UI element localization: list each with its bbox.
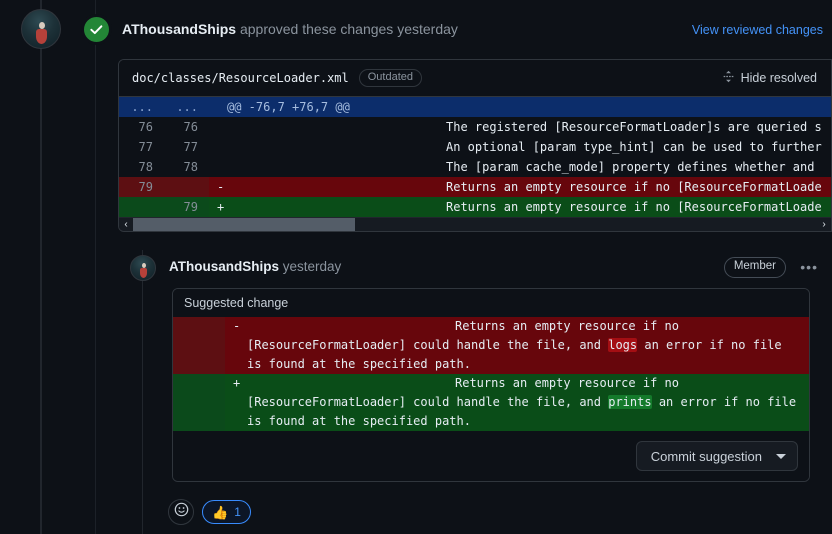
- diff-row[interactable]: 77 77 An optional [param type_hint] can …: [119, 137, 831, 157]
- comment-meta: AThousandShips yesterday: [169, 259, 341, 274]
- diff-code: Returns an empty resource if no [Resourc…: [227, 197, 831, 217]
- new-line-number: 79: [164, 197, 209, 217]
- new-line-number: 78: [164, 157, 209, 177]
- diff-marker: -: [209, 177, 227, 197]
- review-header: AThousandShips approved these changes ye…: [0, 0, 832, 62]
- diff-code: The [param cache_mode] property defines …: [227, 157, 831, 177]
- diff-marker: +: [209, 197, 227, 217]
- check-circle-icon: [81, 14, 112, 45]
- old-line-number: [119, 197, 164, 217]
- reactions-bar: 👍 1: [168, 499, 251, 525]
- suggestion-code-deleted: Returns an empty resource if no [Resourc…: [247, 317, 809, 374]
- diff-code-text: Returns an empty resource if no [Resourc…: [446, 200, 822, 214]
- diff-code: An optional [param type_hint] can be use…: [227, 137, 831, 157]
- smiley-icon: [174, 502, 189, 522]
- hunk-new-line: ...: [164, 97, 209, 117]
- file-path[interactable]: doc/classes/ResourceLoader.xml: [132, 71, 349, 85]
- panel-divider: [95, 0, 96, 534]
- reaction-thumbsup[interactable]: 👍 1: [202, 500, 251, 524]
- review-comment: AThousandShips yesterday Member ••• Sugg…: [130, 252, 832, 482]
- new-line-number: 77: [164, 137, 209, 157]
- diff-row-added[interactable]: 79 + Returns an empty resource if no [Re…: [119, 197, 831, 217]
- old-line-number: 78: [119, 157, 164, 177]
- hunk-old-line: ...: [119, 97, 164, 117]
- suggestion-highlight-deleted: logs: [608, 338, 638, 352]
- diff-table: ... ... @@ -76,7 +76,7 @@ 76 76 The regi…: [119, 97, 831, 217]
- file-diff-card: doc/classes/ResourceLoader.xml Outdated …: [118, 59, 832, 232]
- scrollbar-track[interactable]: [133, 217, 817, 231]
- commit-suggestion-label: Commit suggestion: [650, 448, 762, 464]
- old-line-number: 79: [119, 177, 164, 197]
- fold-unfold-icon: [722, 70, 735, 86]
- more-options-icon[interactable]: •••: [800, 260, 818, 274]
- diff-row-deleted[interactable]: 79 - Returns an empty resource if no [Re…: [119, 177, 831, 197]
- review-action-text: approved these changes yesterday: [236, 21, 458, 37]
- hunk-marker: [209, 97, 227, 117]
- diff-code-text: Returns an empty resource if no [Resourc…: [446, 180, 822, 194]
- chevron-down-icon[interactable]: [776, 453, 786, 459]
- avatar[interactable]: [130, 255, 156, 281]
- hunk-header-text: @@ -76,7 +76,7 @@: [227, 97, 831, 117]
- outdated-badge: Outdated: [358, 69, 423, 87]
- hide-resolved-button[interactable]: Hide resolved: [722, 70, 821, 86]
- diff-code: The registered [ResourceFormatLoader]s a…: [227, 117, 831, 137]
- comment-timestamp[interactable]: yesterday: [279, 259, 342, 274]
- new-line-number: 76: [164, 117, 209, 137]
- comment-body: Suggested change - Returns an empty reso…: [172, 288, 810, 482]
- suggestion-marker: +: [225, 374, 247, 431]
- avatar[interactable]: [21, 9, 61, 49]
- reaction-count: 1: [234, 505, 241, 519]
- diff-marker: [209, 117, 227, 137]
- add-reaction-button[interactable]: [168, 499, 194, 525]
- diff-code-text: The registered [ResourceFormatLoader]s a…: [446, 120, 822, 134]
- view-reviewed-changes-link[interactable]: View reviewed changes: [692, 23, 823, 37]
- new-line-number: [164, 177, 209, 197]
- diff-code-text: The [param cache_mode] property defines …: [446, 160, 815, 174]
- thumbs-up-icon: 👍: [212, 504, 229, 520]
- diff-marker: [209, 137, 227, 157]
- suggestion-code-added: Returns an empty resource if no [Resourc…: [247, 374, 809, 431]
- diff-horizontal-scrollbar[interactable]: ‹ ›: [119, 217, 831, 231]
- suggestion-row-deleted: - Returns an empty resource if no [Resou…: [173, 317, 809, 374]
- suggestion-gutter: [173, 317, 225, 374]
- diff-marker: [209, 157, 227, 177]
- file-diff-header: doc/classes/ResourceLoader.xml Outdated …: [119, 60, 831, 97]
- timeline-rail: [40, 0, 42, 534]
- diff-hunk-row[interactable]: ... ... @@ -76,7 +76,7 @@: [119, 97, 831, 117]
- suggestion-row-added: + Returns an empty resource if no [Resou…: [173, 374, 809, 431]
- diff-row[interactable]: 76 76 The registered [ResourceFormatLoad…: [119, 117, 831, 137]
- old-line-number: 76: [119, 117, 164, 137]
- diff-row[interactable]: 78 78 The [param cache_mode] property de…: [119, 157, 831, 177]
- scroll-left-arrow-icon[interactable]: ‹: [119, 218, 133, 232]
- suggested-change-label: Suggested change: [173, 289, 809, 317]
- suggestion-diff-table: - Returns an empty resource if no [Resou…: [173, 317, 809, 431]
- review-author[interactable]: AThousandShips: [122, 21, 236, 37]
- suggestion-highlight-added: prints: [608, 395, 652, 409]
- diff-code-text: An optional [param type_hint] can be use…: [446, 140, 822, 154]
- comment-footer: Commit suggestion: [173, 431, 809, 481]
- scrollbar-thumb[interactable]: [133, 217, 356, 231]
- member-badge: Member: [723, 257, 786, 278]
- suggestion-gutter: [173, 374, 225, 431]
- comment-header: AThousandShips yesterday Member •••: [130, 252, 832, 284]
- review-summary: AThousandShips approved these changes ye…: [122, 21, 458, 37]
- hide-resolved-label: Hide resolved: [740, 71, 817, 85]
- diff-code: Returns an empty resource if no [Resourc…: [227, 177, 831, 197]
- diff-table-body: ... ... @@ -76,7 +76,7 @@ 76 76 The regi…: [119, 97, 831, 217]
- scroll-right-arrow-icon[interactable]: ›: [817, 218, 831, 232]
- suggestion-marker: -: [225, 317, 247, 374]
- commit-suggestion-button[interactable]: Commit suggestion: [635, 441, 798, 471]
- comment-author[interactable]: AThousandShips: [169, 259, 279, 274]
- old-line-number: 77: [119, 137, 164, 157]
